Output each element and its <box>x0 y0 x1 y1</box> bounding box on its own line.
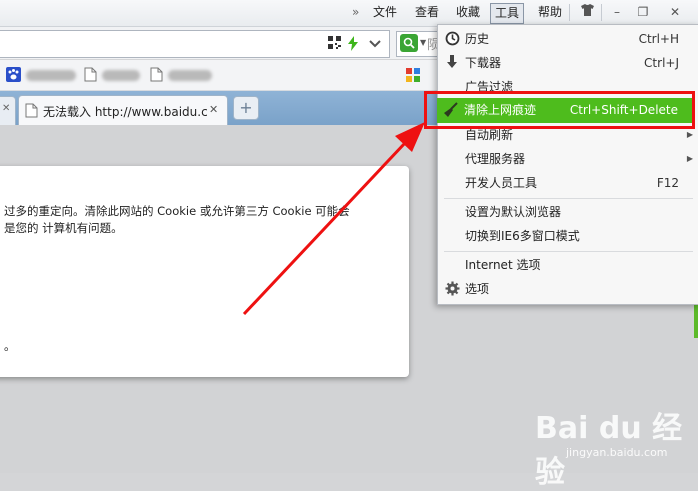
annotation-arrow <box>242 122 425 316</box>
